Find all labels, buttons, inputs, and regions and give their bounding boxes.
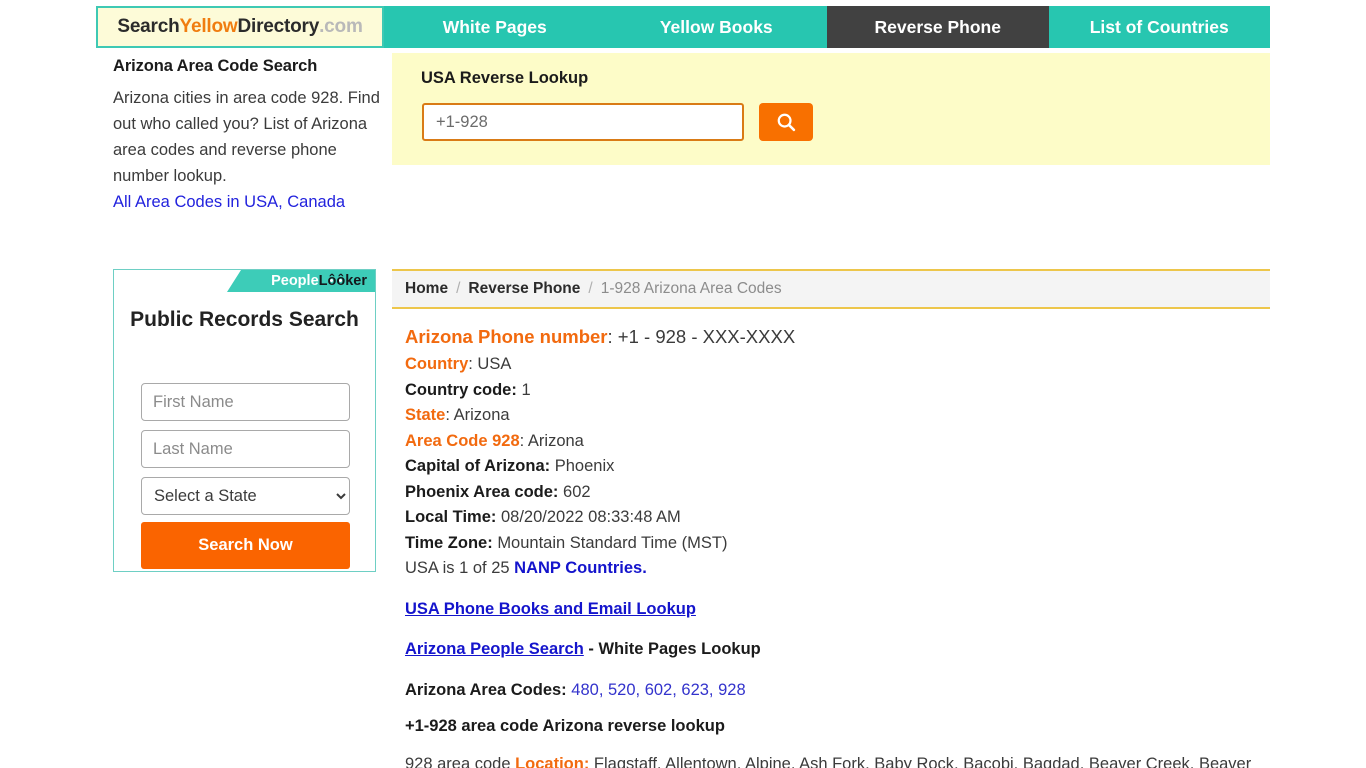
reverse-lookup-panel: USA Reverse Lookup xyxy=(392,53,1270,165)
area-code-comma-1: , xyxy=(598,680,608,699)
area-code-link-928[interactable]: 928 xyxy=(718,681,746,699)
last-name-input[interactable] xyxy=(141,430,350,468)
reverse-lookup-input[interactable] xyxy=(422,103,744,141)
arizona-area-codes-row: Arizona Area Codes: 480, 520, 602, 623, … xyxy=(405,678,1270,704)
detail-phoenix-area-code-label: Phoenix Area code: xyxy=(405,482,559,501)
area-code-comma-4: , xyxy=(708,680,719,699)
search-now-button[interactable]: Search Now xyxy=(141,522,350,569)
peoplelooker-eye-icon-2: ô xyxy=(336,273,346,289)
nav-item-white-pages[interactable]: White Pages xyxy=(384,6,606,48)
detail-phoenix-area-code-value: 602 xyxy=(563,482,591,501)
detail-area-code: Area Code 928: Arizona xyxy=(405,429,1270,455)
peoplelooker-eye-icon-1: ô xyxy=(327,273,337,289)
detail-local-time: Local Time: 08/20/2022 08:33:48 AM xyxy=(405,505,1270,531)
area-code-link-520[interactable]: 520 xyxy=(608,681,636,699)
detail-phone-number-value: : +1 - 928 - XXX-XXXX xyxy=(607,326,796,347)
phone-books-row: USA Phone Books and Email Lookup xyxy=(405,597,1270,623)
reverse-lookup-heading: +1-928 area code Arizona reverse lookup xyxy=(405,717,725,735)
area-code-link-480[interactable]: 480 xyxy=(571,681,599,699)
site-logo[interactable]: Search Yellow Directory .com xyxy=(96,6,384,48)
reverse-lookup-search-button[interactable] xyxy=(759,103,813,141)
detail-state: State: Arizona xyxy=(405,403,1270,429)
nanp-countries-link[interactable]: NANP Countries. xyxy=(514,559,647,577)
logo-text-search: Search xyxy=(117,16,180,37)
area-code-link-623[interactable]: 623 xyxy=(681,681,709,699)
detail-phoenix-area-code: Phoenix Area code: 602 xyxy=(405,480,1270,506)
peoplelooker-brand-people: People xyxy=(271,273,319,289)
nav-item-reverse-phone[interactable]: Reverse Phone xyxy=(827,6,1049,48)
page-root: Search Yellow Directory .com White Pages Ye… xyxy=(0,0,1366,768)
area-code-details: Arizona Phone number: +1 - 928 - XXX-XXX… xyxy=(392,309,1270,768)
usa-phone-books-link[interactable]: USA Phone Books and Email Lookup xyxy=(405,600,696,618)
area-code-link-602[interactable]: 602 xyxy=(645,681,673,699)
arizona-area-codes-label: Arizona Area Codes: xyxy=(405,680,567,699)
detail-country-code-label: Country code: xyxy=(405,380,517,399)
area-code-comma-3: , xyxy=(672,680,682,699)
nav-item-yellow-books[interactable]: Yellow Books xyxy=(605,6,827,48)
breadcrumb-separator-2: / xyxy=(588,280,593,297)
logo-text-directory: Directory xyxy=(237,16,320,37)
detail-phone-number-label: Arizona Phone number xyxy=(405,326,608,347)
main-content: Home / Reverse Phone / 1-928 Arizona Are… xyxy=(392,269,1270,768)
people-search-suffix: - White Pages Lookup xyxy=(583,640,761,658)
all-area-codes-link[interactable]: All Area Codes in USA, Canada xyxy=(113,189,385,215)
reverse-lookup-title: USA Reverse Lookup xyxy=(421,69,589,87)
detail-local-time-value: 08/20/2022 08:33:48 AM xyxy=(500,508,681,526)
breadcrumb-home[interactable]: Home xyxy=(405,280,448,298)
detail-time-zone: Time Zone: Mountain Standard Time (MST) xyxy=(405,531,1270,557)
breadcrumb: Home / Reverse Phone / 1-928 Arizona Are… xyxy=(392,271,1270,309)
people-search-row: Arizona People Search - White Pages Look… xyxy=(405,637,1270,663)
logo-text-yellow: Yellow xyxy=(179,16,238,37)
breadcrumb-reverse-phone[interactable]: Reverse Phone xyxy=(468,280,580,298)
logo-text-com: .com xyxy=(319,16,363,37)
detail-country-code: Country code: 1 xyxy=(405,378,1270,404)
nav-item-list-of-countries[interactable]: List of Countries xyxy=(1048,6,1270,48)
peoplelooker-title: Public Records Search xyxy=(130,308,359,331)
top-navigation: Search Yellow Directory .com White Pages Ye… xyxy=(96,6,1270,48)
peoplelooker-brand-ker: ker xyxy=(345,273,367,289)
intro-heading: Arizona Area Code Search xyxy=(113,57,318,75)
detail-state-value: : Arizona xyxy=(445,406,510,424)
detail-nanp: USA is 1 of 25 NANP Countries. xyxy=(405,556,1270,582)
location-label: Location: xyxy=(515,755,590,768)
detail-area-code-value: : Arizona xyxy=(519,431,584,450)
first-name-input[interactable] xyxy=(141,383,350,421)
detail-time-zone-label: Time Zone: xyxy=(405,533,493,552)
arizona-people-search-link[interactable]: Arizona People Search xyxy=(405,640,584,658)
detail-country-code-value: 1 xyxy=(521,380,531,399)
intro-body: Arizona cities in area code 928. Find ou… xyxy=(113,89,380,185)
detail-capital-value: Phoenix xyxy=(554,457,615,475)
location-paragraph: 928 area code Location: Flagstaff, Allen… xyxy=(405,750,1267,768)
detail-country: Country: USA xyxy=(405,352,1270,378)
search-icon xyxy=(777,113,796,132)
detail-state-label: State xyxy=(405,406,446,424)
location-prefix: 928 area code xyxy=(405,755,516,768)
detail-phone-number: Arizona Phone number: +1 - 928 - XXX-XXX… xyxy=(405,322,1270,352)
breadcrumb-current: 1-928 Arizona Area Codes xyxy=(600,280,782,297)
detail-country-value: : USA xyxy=(468,355,512,373)
detail-nanp-prefix: USA is 1 of 25 xyxy=(405,559,515,577)
breadcrumb-separator-1: / xyxy=(456,280,461,297)
peoplelooker-logo: People Lôôker xyxy=(227,270,375,292)
detail-capital: Capital of Arizona: Phoenix xyxy=(405,454,1270,480)
detail-time-zone-value: Mountain Standard Time (MST) xyxy=(497,533,728,552)
state-select[interactable]: Select a State xyxy=(141,477,350,515)
peoplelooker-widget: PeopleLôôker Public Records Search Selec… xyxy=(113,269,376,572)
detail-area-code-label: Area Code 928 xyxy=(405,431,520,450)
peoplelooker-brand-l: L xyxy=(318,273,328,289)
detail-capital-label: Capital of Arizona: xyxy=(405,457,551,475)
detail-country-label: Country xyxy=(405,355,469,373)
area-code-comma-2: , xyxy=(635,680,645,699)
intro-column: Arizona Area Code Search Arizona cities … xyxy=(113,57,385,215)
detail-local-time-label: Local Time: xyxy=(405,508,497,526)
